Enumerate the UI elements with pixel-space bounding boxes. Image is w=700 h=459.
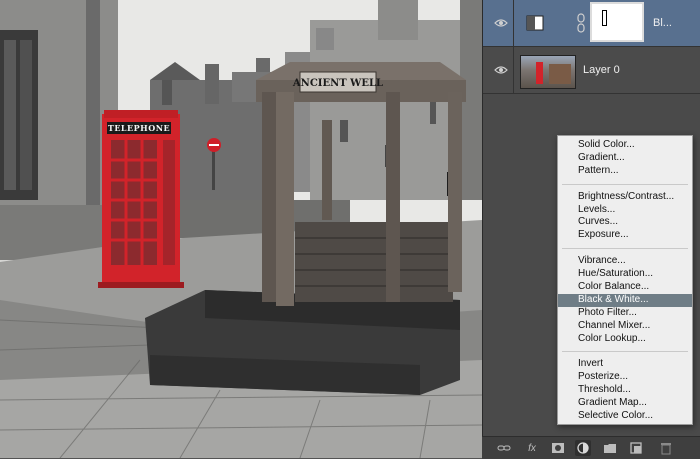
trash-icon[interactable] (658, 440, 674, 456)
black-white-adjustment-icon[interactable] (520, 8, 550, 38)
menu-item-black-white[interactable]: Black & White... (558, 293, 692, 307)
folder-icon[interactable] (602, 440, 618, 456)
menu-separator (562, 183, 688, 185)
layer-photo-thumbnail[interactable] (520, 55, 576, 89)
thumb-well (549, 64, 571, 84)
layer-row-black-white[interactable]: Bl... (483, 0, 700, 47)
menu-item-color-balance[interactable]: Color Balance... (558, 281, 692, 294)
layers-toolbar: fx (482, 436, 700, 459)
mask-cursor (602, 10, 607, 26)
adjustment-layer-menu: Solid Color... Gradient... Pattern... Br… (557, 135, 693, 425)
layer-mask-thumbnail[interactable] (590, 2, 644, 42)
menu-separator (562, 248, 688, 250)
menu-item-exposure[interactable]: Exposure... (558, 229, 692, 242)
link-icon[interactable] (496, 440, 512, 456)
menu-item-hue-saturation[interactable]: Hue/Saturation... (558, 268, 692, 281)
thumb-booth (536, 62, 543, 84)
menu-item-solid-color[interactable]: Solid Color... (558, 139, 692, 152)
menu-item-selective-color[interactable]: Selective Color... (558, 410, 692, 423)
menu-separator (562, 351, 688, 353)
menu-item-photo-filter[interactable]: Photo Filter... (558, 307, 692, 320)
layer-name-black-white[interactable]: Bl... (653, 17, 672, 29)
fx-icon[interactable]: fx (524, 440, 540, 456)
new-layer-icon[interactable] (628, 440, 644, 456)
layer-row-layer-0[interactable]: Layer 0 (483, 47, 700, 94)
booth-sign-text: TELEPHONE (108, 123, 170, 133)
menu-item-brightness-contrast[interactable]: Brightness/Contrast... (558, 191, 692, 204)
menu-item-channel-mixer[interactable]: Channel Mixer... (558, 320, 692, 333)
add-mask-icon[interactable] (550, 440, 566, 456)
menu-item-gradient[interactable]: Gradient... (558, 152, 692, 165)
menu-item-vibrance[interactable]: Vibrance... (558, 255, 692, 268)
link-chain-icon[interactable] (577, 12, 585, 34)
menu-item-gradient-map[interactable]: Gradient Map... (558, 397, 692, 410)
menu-item-curves[interactable]: Curves... (558, 216, 692, 229)
adjustment-layer-icon[interactable] (575, 440, 591, 456)
menu-item-invert[interactable]: Invert (558, 358, 692, 371)
photo-image: ANCIENT WELL TELEPHONE (0, 0, 482, 458)
well-sign-text: ANCIENT WELL (292, 78, 383, 89)
visibility-eye-icon[interactable] (489, 47, 514, 93)
menu-item-pattern[interactable]: Pattern... (558, 165, 692, 178)
layer-name-layer-0[interactable]: Layer 0 (583, 64, 620, 76)
menu-item-color-lookup[interactable]: Color Lookup... (558, 333, 692, 346)
menu-item-threshold[interactable]: Threshold... (558, 384, 692, 397)
photo-canvas[interactable]: ANCIENT WELL TELEPHONE (0, 0, 482, 458)
menu-item-posterize[interactable]: Posterize... (558, 371, 692, 384)
menu-item-levels[interactable]: Levels... (558, 204, 692, 217)
visibility-eye-icon[interactable] (489, 0, 514, 46)
